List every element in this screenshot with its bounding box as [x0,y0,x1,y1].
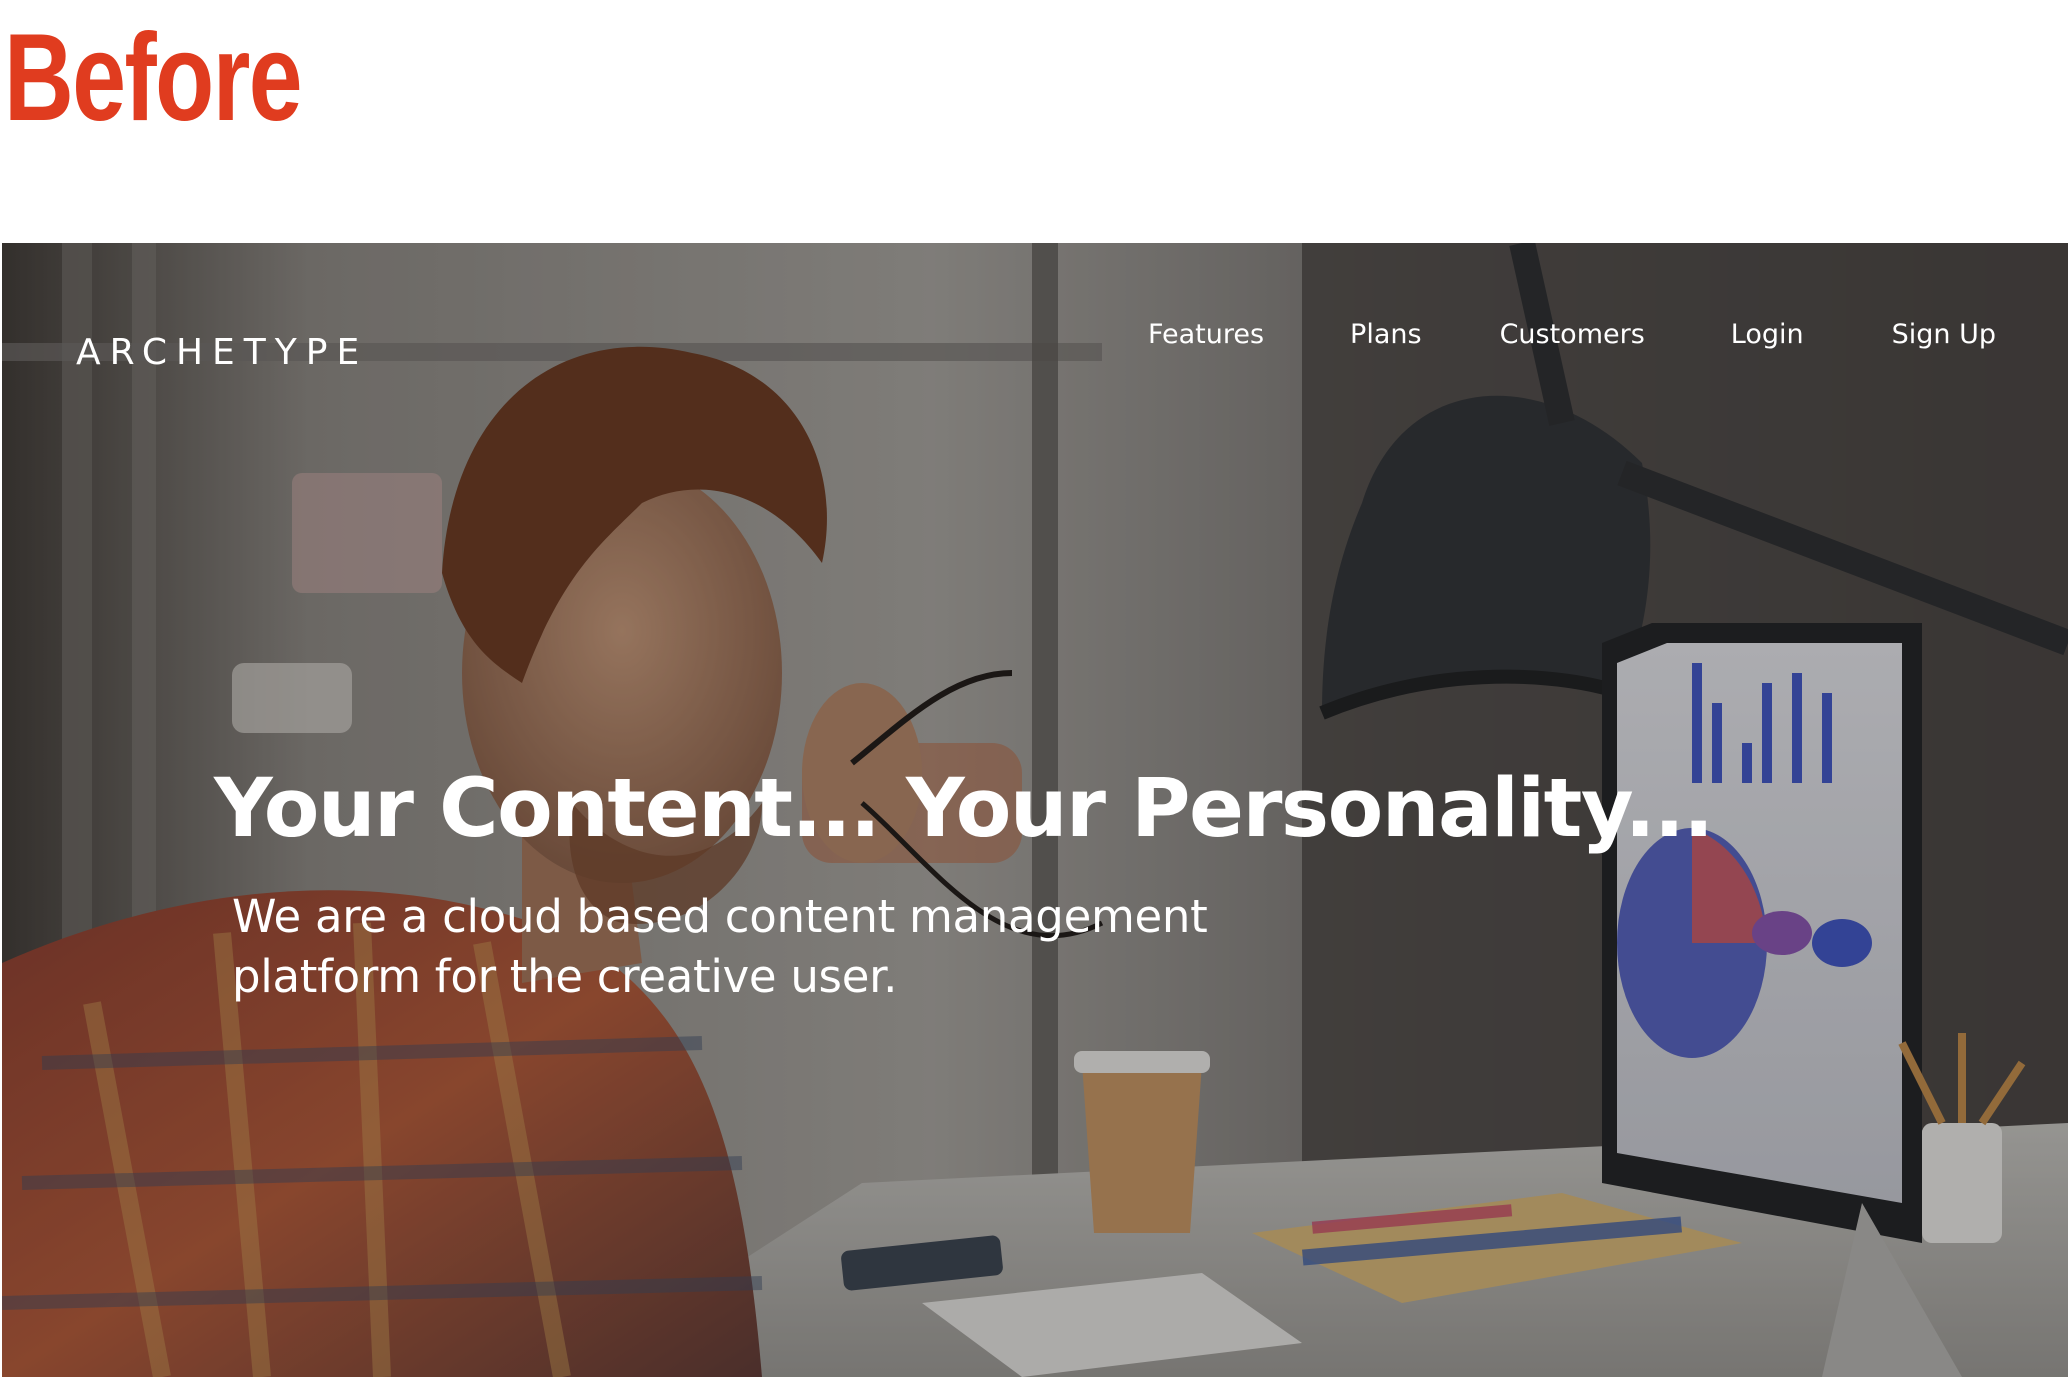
nav-plans-link[interactable]: Plans [1350,321,1422,348]
nav-login-link[interactable]: Login [1731,321,1804,348]
before-label: Before [4,9,303,147]
nav-customers-link[interactable]: Customers [1500,321,1645,348]
hero-section: ARCHETYPE Features Plans Customers Login… [2,243,2068,1377]
hero-headline: Your Content... Your Personality... [214,762,1714,856]
archetype-logo[interactable]: ARCHETYPE [76,335,368,371]
nav-sign-up-link[interactable]: Sign Up [1892,321,1996,348]
main-navigation: Features Plans Customers Login Sign Up [1148,321,1996,348]
nav-features-link[interactable]: Features [1148,321,1264,348]
hero-subheadline-line-2: platform for the creative user. [232,950,898,1003]
hero-subheadline: We are a cloud based content management … [232,887,1272,1007]
hero-subheadline-line-1: We are a cloud based content management [232,890,1208,943]
